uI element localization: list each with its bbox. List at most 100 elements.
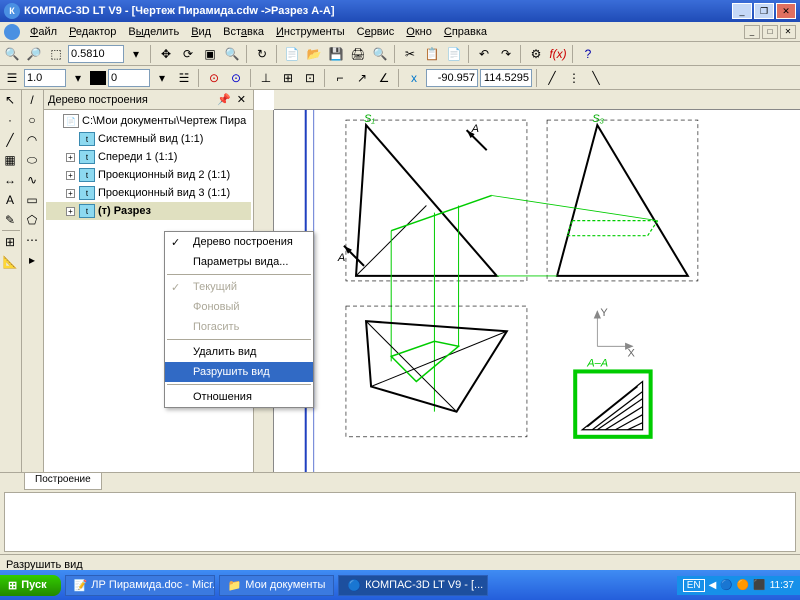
restore-button[interactable]: ❐ <box>754 3 774 19</box>
tree-close-icon[interactable]: ✕ <box>234 93 249 106</box>
menu-service[interactable]: Сервис <box>351 24 401 40</box>
fit-icon[interactable]: ▣ <box>200 44 220 64</box>
tree-doc[interactable]: 📄 C:\Мои документы\Чертеж Пира <box>46 112 251 130</box>
ctx-view-params[interactable]: Параметры вида... <box>165 252 313 272</box>
dropdown-icon[interactable]: ▾ <box>126 44 146 64</box>
coord-x[interactable] <box>426 69 478 87</box>
menu-view[interactable]: Вид <box>185 24 217 40</box>
save-icon[interactable]: 💾 <box>326 44 346 64</box>
state-icon[interactable]: ☰ <box>2 68 22 88</box>
dim-tool-icon[interactable]: ↔ <box>0 170 20 190</box>
zoom-window-icon[interactable]: ⬚ <box>46 44 66 64</box>
tree-view-front[interactable]: +t Спереди 1 (1:1) <box>46 148 251 166</box>
task-word[interactable]: 📝 ЛР Пирамида.doc - Micr... <box>65 575 215 596</box>
expand-icon[interactable]: + <box>66 153 75 162</box>
menu-select[interactable]: Выделить <box>122 24 185 40</box>
lang-indicator[interactable]: EN <box>683 579 705 592</box>
point-tool-icon[interactable]: · <box>0 110 20 130</box>
menu-help[interactable]: Справка <box>438 24 493 40</box>
zoom-out-icon[interactable]: 🔎 <box>24 44 44 64</box>
tray-icon[interactable]: 🟠 <box>737 580 749 591</box>
tree-view-proj3[interactable]: +t Проекционный вид 3 (1:1) <box>46 184 251 202</box>
ellipse-icon[interactable]: ⬭ <box>22 150 42 170</box>
redo-icon[interactable]: ↷ <box>496 44 516 64</box>
tree-view-proj2[interactable]: +t Проекционный вид 2 (1:1) <box>46 166 251 184</box>
open-icon[interactable]: 📂 <box>304 44 324 64</box>
scale-dd-icon[interactable]: ▾ <box>68 68 88 88</box>
task-folder[interactable]: 📁 Мои документы <box>219 575 335 596</box>
menu-file[interactable]: ФФайлайл <box>24 24 63 40</box>
menu-edit[interactable]: Редактор <box>63 24 122 40</box>
cs-icon[interactable]: ↗ <box>352 68 372 88</box>
help-icon[interactable]: ? <box>578 44 598 64</box>
ctx-destroy-view[interactable]: Разрушить вид <box>165 362 313 382</box>
snap-red-icon[interactable]: ⊙ <box>204 68 224 88</box>
scale-input[interactable] <box>24 69 66 87</box>
ctx-delete-view[interactable]: Удалить вид <box>165 342 313 362</box>
layer-input[interactable] <box>108 69 150 87</box>
expand-icon[interactable]: + <box>66 189 75 198</box>
vars-icon[interactable]: f(x) <box>548 44 568 64</box>
tray-icon[interactable]: ◀ <box>709 580 717 591</box>
pan-icon[interactable]: ✥ <box>156 44 176 64</box>
param-tool-icon[interactable]: ⊞ <box>0 232 20 252</box>
preview-icon[interactable]: 🔍 <box>370 44 390 64</box>
expand-icon[interactable]: + <box>66 207 75 216</box>
start-button[interactable]: ⊞ Пуск <box>0 575 61 596</box>
ctx-relations[interactable]: Отношения <box>165 387 313 407</box>
local-cs-icon[interactable]: ⌐ <box>330 68 350 88</box>
tree-view-section[interactable]: +t (т) Разрез <box>46 202 251 220</box>
tab-build[interactable]: Построение <box>24 473 102 490</box>
undo-icon[interactable]: ↶ <box>474 44 494 64</box>
poly-icon[interactable]: ⬠ <box>22 210 42 230</box>
spline-icon[interactable]: ∿ <box>22 170 42 190</box>
mdi-restore-button[interactable]: □ <box>762 25 778 39</box>
zoom-all-icon[interactable]: 🔍 <box>222 44 242 64</box>
layers-icon[interactable]: ☱ <box>174 68 194 88</box>
tree-pin-icon[interactable]: 📌 <box>214 93 234 106</box>
edit-tool-icon[interactable]: ✎ <box>0 210 20 230</box>
drawing-canvas[interactable]: А А S₁ S₃ <box>274 110 800 472</box>
hatch-tool-icon[interactable]: ▦ <box>0 150 20 170</box>
arc-icon[interactable]: ◠ <box>22 130 42 150</box>
mdi-close-button[interactable]: ✕ <box>780 25 796 39</box>
text-tool-icon[interactable]: A <box>0 190 20 210</box>
layer-color-icon[interactable] <box>90 71 106 85</box>
angle-icon[interactable]: ∠ <box>374 68 394 88</box>
minimize-button[interactable]: _ <box>732 3 752 19</box>
phantom-icon[interactable]: ⋯ <box>22 230 42 250</box>
clock[interactable]: 11:37 <box>770 580 794 591</box>
copy-icon[interactable]: 📋 <box>422 44 442 64</box>
properties-icon[interactable]: ⚙ <box>526 44 546 64</box>
snap-icon[interactable]: ⊡ <box>300 68 320 88</box>
line-tool-icon[interactable]: ╱ <box>0 130 20 150</box>
zoom-input[interactable] <box>68 45 124 63</box>
ctx-tree[interactable]: ✓Дерево построения <box>165 232 313 252</box>
grid-icon[interactable]: ⊞ <box>278 68 298 88</box>
layer-dd-icon[interactable]: ▾ <box>152 68 172 88</box>
menu-tools[interactable]: Инструменты <box>270 24 351 40</box>
print-icon[interactable]: 🖨 <box>348 44 368 64</box>
line1-icon[interactable]: ╱ <box>542 68 562 88</box>
coord-y[interactable] <box>480 69 532 87</box>
menu-insert[interactable]: Вставка <box>217 24 270 40</box>
tray-icon[interactable]: 🔵 <box>720 580 732 591</box>
ortho-icon[interactable]: ⊥ <box>256 68 276 88</box>
line3-icon[interactable]: ╲ <box>586 68 606 88</box>
measure-tool-icon[interactable]: 📐 <box>0 252 20 272</box>
new-icon[interactable]: 📄 <box>282 44 302 64</box>
task-kompas[interactable]: 🔵 КОМПАС-3D LT V9 - [... <box>338 575 488 596</box>
tree-view-system[interactable]: t Системный вид (1:1) <box>46 130 251 148</box>
circle-icon[interactable]: ○ <box>22 110 42 130</box>
close-button[interactable]: ✕ <box>776 3 796 19</box>
rotate-icon[interactable]: ⟳ <box>178 44 198 64</box>
seg-icon[interactable]: / <box>22 90 42 110</box>
mdi-minimize-button[interactable]: _ <box>744 25 760 39</box>
line2-icon[interactable]: ⋮ <box>564 68 584 88</box>
expand-icon[interactable]: + <box>66 171 75 180</box>
menu-window[interactable]: Окно <box>400 24 438 40</box>
aux-icon[interactable]: ▸ <box>22 250 42 270</box>
tray-icon[interactable]: ⬛ <box>753 580 765 591</box>
cut-icon[interactable]: ✂ <box>400 44 420 64</box>
refresh-icon[interactable]: ↻ <box>252 44 272 64</box>
